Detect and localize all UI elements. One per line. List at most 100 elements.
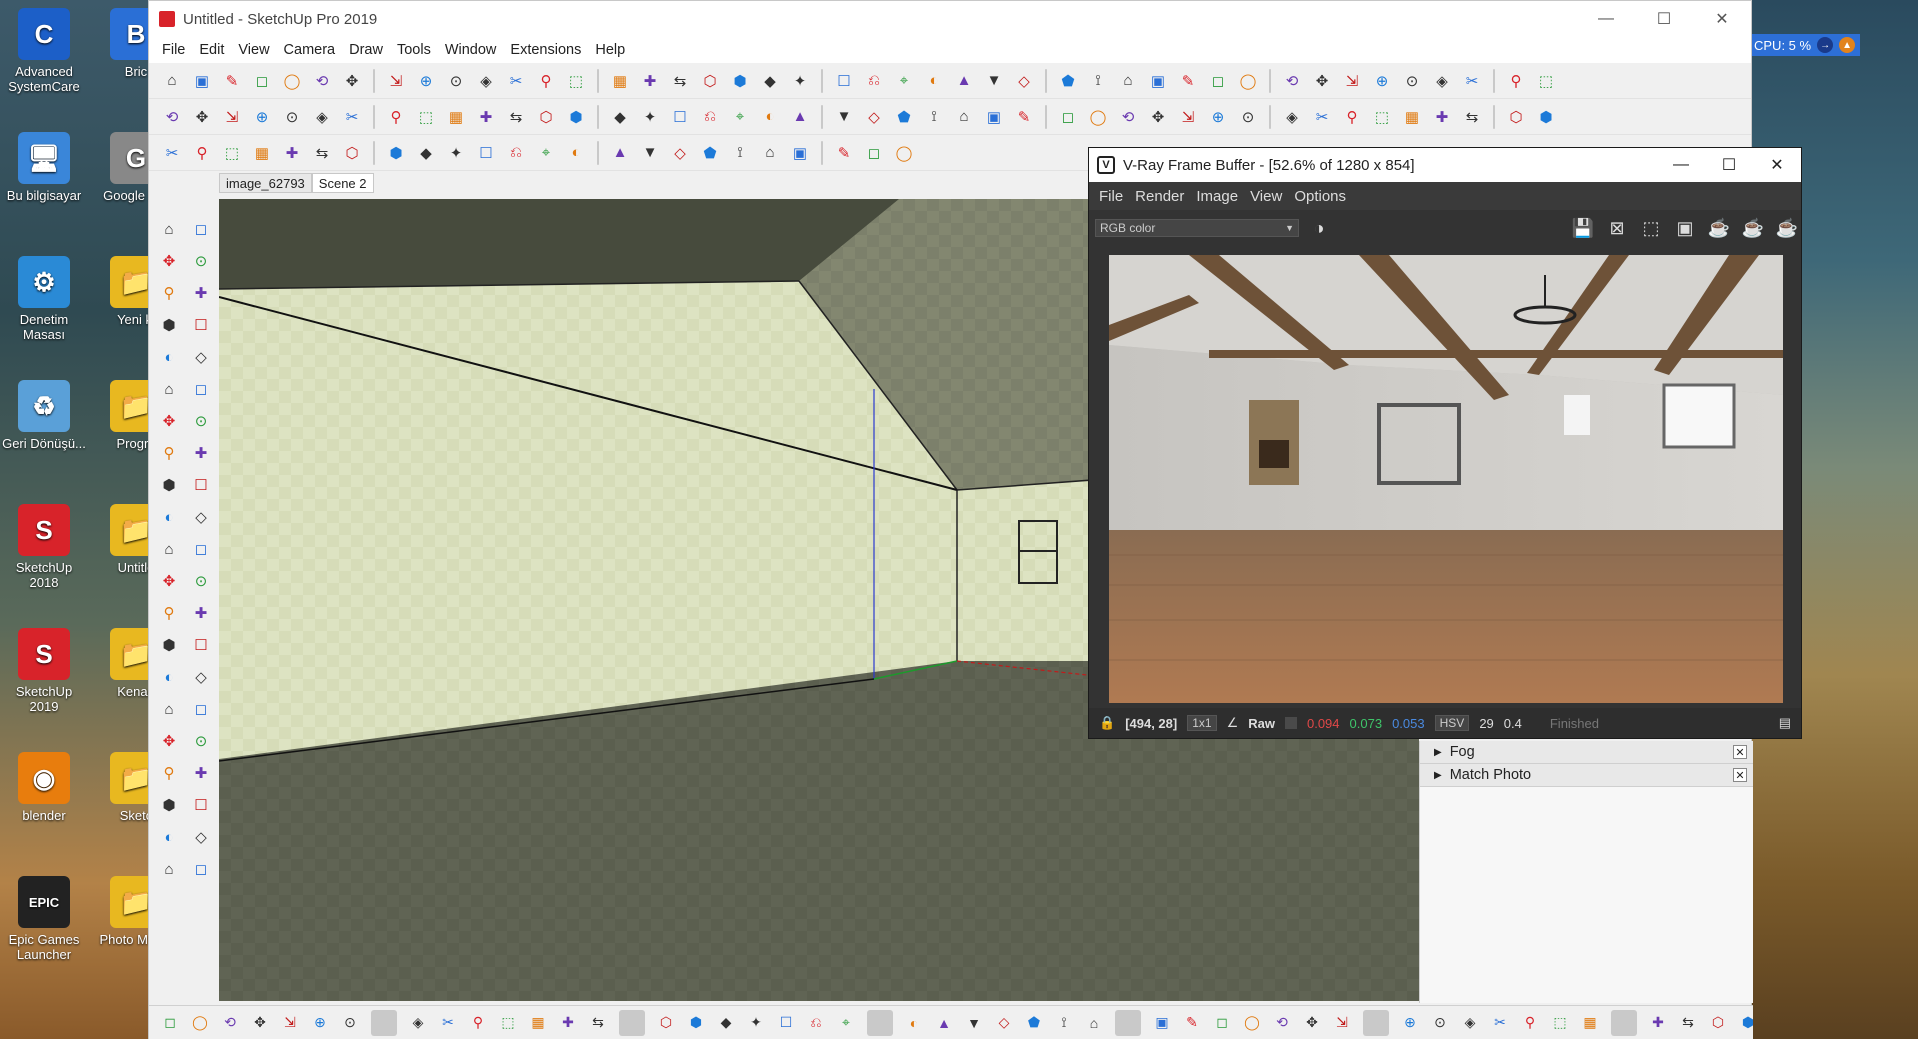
pentagon-icon[interactable]: ⬟: [1055, 68, 1081, 94]
select-icon[interactable]: ⬚: [219, 140, 245, 166]
solid-icon[interactable]: ⬢: [1735, 1010, 1753, 1036]
hexagon-icon[interactable]: ⬡: [1503, 104, 1529, 130]
stop-teapot-icon[interactable]: ☕: [1739, 214, 1767, 242]
home-icon[interactable]: ⌂: [1115, 68, 1141, 94]
home-icon[interactable]: ⌂: [155, 215, 183, 243]
halfcircle-icon[interactable]: ◐: [155, 823, 183, 851]
frame-icon[interactable]: ▣: [1671, 214, 1699, 242]
zoom-select[interactable]: 1x1: [1187, 715, 1217, 731]
pentagon-icon[interactable]: ⬟: [1021, 1010, 1047, 1036]
solid-icon[interactable]: ⬢: [383, 140, 409, 166]
target-icon[interactable]: ⊙: [1235, 104, 1261, 130]
scale-icon[interactable]: ⇲: [219, 104, 245, 130]
search-icon[interactable]: ⚲: [189, 140, 215, 166]
cut-icon[interactable]: ✂: [339, 104, 365, 130]
halfcircle-icon[interactable]: ◐: [757, 104, 783, 130]
search-icon[interactable]: ⚲: [1339, 104, 1365, 130]
menu-item-window[interactable]: Window: [438, 42, 504, 58]
halfcircle-icon[interactable]: ◐: [155, 503, 183, 531]
move-icon[interactable]: ✥: [1145, 104, 1171, 130]
circle-icon[interactable]: ◯: [1235, 68, 1261, 94]
add-icon[interactable]: ⊕: [1369, 68, 1395, 94]
undo-icon[interactable]: ⎌: [503, 140, 529, 166]
target-icon[interactable]: ⊙: [337, 1010, 363, 1036]
circle-icon[interactable]: ◯: [279, 68, 305, 94]
desktop-icon[interactable]: C Advanced SystemCare: [0, 8, 88, 94]
render-teapot-icon[interactable]: ☕: [1705, 214, 1733, 242]
frame-icon[interactable]: ☐: [187, 311, 215, 339]
color-picker-icon[interactable]: ◑: [1305, 214, 1333, 242]
rhombus-icon[interactable]: ◇: [667, 140, 693, 166]
swap-icon[interactable]: ⇆: [1675, 1010, 1701, 1036]
grid-icon[interactable]: ▦: [1399, 104, 1425, 130]
cut-icon[interactable]: ✂: [503, 68, 529, 94]
rotate-icon[interactable]: ⟲: [159, 104, 185, 130]
component-icon[interactable]: ◈: [1429, 68, 1455, 94]
search-icon[interactable]: ⚲: [1517, 1010, 1543, 1036]
plus-icon[interactable]: ✚: [279, 140, 305, 166]
close-icon[interactable]: ✕: [1733, 745, 1747, 759]
diamond-icon[interactable]: ◆: [413, 140, 439, 166]
scale-icon[interactable]: ⇲: [277, 1010, 303, 1036]
move-icon[interactable]: ✥: [1309, 68, 1335, 94]
menu-item-extensions[interactable]: Extensions: [503, 42, 588, 58]
pencil-icon[interactable]: ✎: [219, 68, 245, 94]
frame-icon[interactable]: ☐: [831, 68, 857, 94]
grid-icon[interactable]: ▦: [249, 140, 275, 166]
menu-item-view[interactable]: View: [231, 42, 276, 58]
move-icon[interactable]: ✥: [1299, 1010, 1325, 1036]
solid-icon[interactable]: ⬢: [155, 791, 183, 819]
component-icon[interactable]: ◈: [1279, 104, 1305, 130]
vray-menu-item-view[interactable]: View: [1244, 188, 1288, 205]
plus-icon[interactable]: ✚: [187, 439, 215, 467]
tool-icon[interactable]: ⟟: [727, 140, 753, 166]
hexagon-icon[interactable]: ⬡: [339, 140, 365, 166]
scene-tab-image[interactable]: image_62793: [219, 173, 312, 193]
target-icon[interactable]: ⊙: [187, 407, 215, 435]
solid-icon[interactable]: ⬢: [155, 631, 183, 659]
square-icon[interactable]: ◻: [861, 140, 887, 166]
solid-icon[interactable]: ⬢: [727, 68, 753, 94]
solid-icon[interactable]: ⬢: [155, 471, 183, 499]
hexagon-icon[interactable]: ⬡: [533, 104, 559, 130]
region-render-icon[interactable]: ⬚: [1637, 214, 1665, 242]
crosshair-icon[interactable]: ⌖: [891, 68, 917, 94]
vray-menu-item-render[interactable]: Render: [1129, 188, 1190, 205]
halfcircle-icon[interactable]: ◐: [155, 343, 183, 371]
solid-icon[interactable]: ⬢: [683, 1010, 709, 1036]
rhombus-icon[interactable]: ◇: [187, 343, 215, 371]
scene-tab-scene2[interactable]: Scene 2: [311, 173, 374, 193]
swap-icon[interactable]: ⇆: [1459, 104, 1485, 130]
minimize-button[interactable]: —: [1577, 1, 1635, 37]
halfcircle-icon[interactable]: ◐: [563, 140, 589, 166]
pencil-icon[interactable]: ✎: [831, 140, 857, 166]
menu-item-camera[interactable]: Camera: [277, 42, 343, 58]
move-icon[interactable]: ✥: [155, 247, 183, 275]
lock-icon[interactable]: 🔒: [1099, 715, 1115, 731]
home-icon[interactable]: ⌂: [159, 68, 185, 94]
hexagon-icon[interactable]: ⬡: [653, 1010, 679, 1036]
component-icon[interactable]: ◈: [309, 104, 335, 130]
pentagon-icon[interactable]: ⬟: [891, 104, 917, 130]
undo-icon[interactable]: ⎌: [697, 104, 723, 130]
home-icon[interactable]: ⌂: [155, 695, 183, 723]
tray-item-match-photo[interactable]: ▶ Match Photo ✕: [1420, 764, 1753, 787]
search-icon[interactable]: ⚲: [533, 68, 559, 94]
cut-icon[interactable]: ✂: [159, 140, 185, 166]
color-mode-select[interactable]: HSV: [1434, 715, 1470, 731]
rotate-icon[interactable]: ⟲: [1279, 68, 1305, 94]
frame-icon[interactable]: ☐: [187, 631, 215, 659]
add-icon[interactable]: ⊕: [1397, 1010, 1423, 1036]
pencil-icon[interactable]: ✎: [1011, 104, 1037, 130]
scale-icon[interactable]: ⇲: [1175, 104, 1201, 130]
rhombus-icon[interactable]: ◇: [861, 104, 887, 130]
move-icon[interactable]: ✥: [339, 68, 365, 94]
frame-icon[interactable]: ☐: [187, 791, 215, 819]
frame-icon[interactable]: ☐: [667, 104, 693, 130]
up-icon[interactable]: ▲: [931, 1010, 957, 1036]
desktop-icon[interactable]: S SketchUp 2018: [0, 504, 88, 590]
search-icon[interactable]: ⚲: [383, 104, 409, 130]
cpu-widget[interactable]: CPU: 5 % → ▲: [1750, 34, 1860, 56]
pentagon-icon[interactable]: ⬟: [697, 140, 723, 166]
up-icon[interactable]: ▲: [787, 104, 813, 130]
